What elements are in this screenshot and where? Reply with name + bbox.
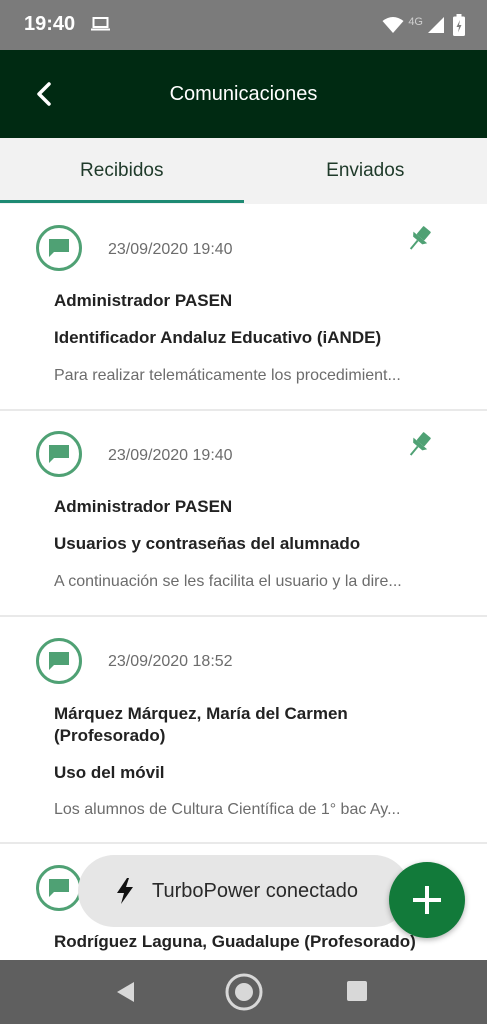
message-sender: Administrador PASEN <box>54 291 233 310</box>
nav-home-icon[interactable] <box>224 972 264 1012</box>
tab-enviados[interactable]: Enviados <box>244 138 487 204</box>
toast-text: TurboPower conectado <box>152 879 359 902</box>
pin-icon[interactable] <box>404 224 434 254</box>
wifi-icon <box>382 17 404 33</box>
page-title: Comunicaciones <box>169 83 318 105</box>
message-icon <box>36 225 82 271</box>
status-time: 19:40 <box>24 13 76 35</box>
message-subject: Usuarios y contraseñas del alumnado <box>54 534 361 553</box>
message-icon <box>36 431 82 477</box>
message-date: 23/09/2020 19:40 <box>108 447 233 464</box>
message-preview: A continuación se les facilita el usuari… <box>54 573 402 590</box>
message-date: 23/09/2020 19:40 <box>108 241 233 258</box>
system-nav-bar <box>0 960 487 1024</box>
message-card[interactable]: 23/09/2020 19:40 Administrador PASEN Usu… <box>0 411 487 615</box>
nav-back-icon[interactable] <box>114 980 136 1004</box>
message-icon <box>36 638 82 684</box>
message-icon <box>36 865 82 911</box>
message-subject: Uso del móvil <box>54 763 165 782</box>
message-sender: Rodríguez Laguna, Guadalupe (Profesorado… <box>54 932 416 951</box>
pin-icon[interactable] <box>404 430 434 460</box>
message-card[interactable]: 23/09/2020 18:52 Márquez Márquez, María … <box>0 617 487 842</box>
message-preview: Los alumnos de Cultura Científica de 1° … <box>54 801 401 818</box>
message-list[interactable]: 23/09/2020 19:40 Administrador PASEN Ide… <box>0 204 487 960</box>
nav-recents-icon[interactable] <box>346 980 368 1002</box>
bolt-icon <box>117 878 133 904</box>
message-preview: Para realizar telemáticamente los proced… <box>54 367 401 384</box>
status-bar: 19:40 4G <box>0 0 487 50</box>
message-sender: Administrador PASEN <box>54 497 233 516</box>
message-subject: Identificador Andaluz Educativo (iANDE) <box>54 328 382 347</box>
network-type-label: 4G <box>408 16 423 28</box>
message-date: 23/09/2020 18:52 <box>108 653 233 670</box>
app-bar: Comunicaciones <box>0 50 487 138</box>
message-sender: Márquez Márquez, María del Carmen (Profe… <box>54 704 348 745</box>
toast-notification: TurboPower conectado <box>78 855 410 927</box>
message-card[interactable]: 23/09/2020 19:40 Administrador PASEN Ide… <box>0 204 487 409</box>
tab-bar: Recibidos Enviados <box>0 138 487 204</box>
plus-icon <box>413 886 441 914</box>
battery-icon <box>453 14 465 36</box>
new-message-button[interactable] <box>389 862 465 938</box>
signal-icon <box>428 17 444 33</box>
tab-recibidos[interactable]: Recibidos <box>0 138 244 204</box>
laptop-icon <box>91 17 110 31</box>
